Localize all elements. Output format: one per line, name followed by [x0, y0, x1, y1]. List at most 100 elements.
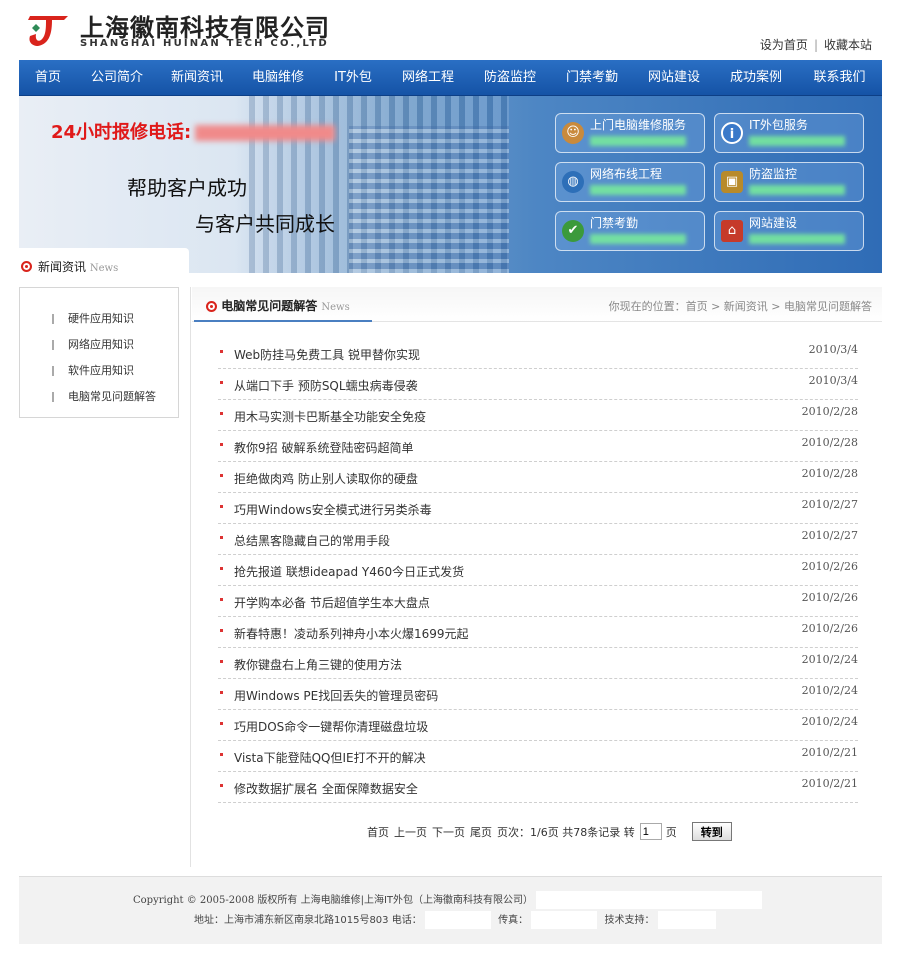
nav-item-access[interactable]: 门禁考勤	[551, 60, 633, 96]
target-bullet-icon	[206, 301, 217, 312]
sidebar-item-label: 软件应用知识	[68, 364, 134, 377]
set-home-link[interactable]: 设为首页	[760, 38, 808, 52]
article-date: 2010/3/4	[808, 343, 858, 356]
home-icon: ⌂	[721, 220, 743, 242]
list-item[interactable]: Vista下能登陆QQ但IE打不开的解决 2010/2/21	[218, 741, 858, 772]
pager-prev[interactable]: 上一页	[394, 824, 427, 840]
nav-item-news[interactable]: 新闻资讯	[157, 60, 237, 96]
sidebar-item-network[interactable]: 网络应用知识	[20, 332, 178, 358]
bullet-icon	[220, 536, 223, 539]
list-item[interactable]: 巧用DOS命令一键帮你清理磁盘垃圾 2010/2/24	[218, 710, 858, 741]
article-date: 2010/2/24	[801, 653, 858, 666]
list-item[interactable]: 从端口下手 预防SQL蠕虫病毒侵袭 2010/3/4	[218, 369, 858, 400]
nav-item-security[interactable]: 防盗监控	[469, 60, 551, 96]
nav-item-it-outsourcing[interactable]: IT外包	[319, 60, 387, 96]
article-title[interactable]: 拒绝做肉鸡 防止别人读取你的硬盘	[234, 470, 418, 487]
nav-item-pc-repair[interactable]: 电脑维修	[237, 60, 319, 96]
list-item[interactable]: 巧用Windows安全模式进行另类杀毒 2010/2/27	[218, 493, 858, 524]
list-item[interactable]: 用Windows PE找回丢失的管理员密码 2010/2/24	[218, 679, 858, 710]
service-subtitle-redacted	[749, 136, 845, 146]
footer-address: 地址：上海市浦东新区南泉北路1015号803 电话：	[194, 915, 422, 926]
list-item[interactable]: 修改数据扩展名 全面保障数据安全 2010/2/21	[218, 772, 858, 803]
article-title[interactable]: 用木马实测卡巴斯基全功能安全免疫	[234, 408, 426, 425]
article-title[interactable]: 抢先报道 联想ideapad Y460今日正式发货	[234, 563, 464, 580]
bullet-icon	[220, 443, 223, 446]
bullet-icon	[220, 350, 223, 353]
list-item[interactable]: 教你键盘右上角三键的使用方法 2010/2/24	[218, 648, 858, 679]
company-logo-icon[interactable]	[22, 10, 72, 50]
sidebar-item-software[interactable]: 软件应用知识	[20, 358, 178, 384]
pager-next[interactable]: 下一页	[432, 824, 465, 840]
nav-item-about[interactable]: 公司简介	[77, 60, 157, 96]
server-rack-graphic	[349, 126, 509, 273]
globe-icon: ◍	[562, 171, 584, 193]
sidebar-item-hardware[interactable]: 硬件应用知识	[20, 306, 178, 332]
redacted-block	[657, 911, 716, 929]
site-header: 上海徽南科技有限公司 SHANGHAI HUINAN TECH CO.,LTD …	[0, 0, 900, 60]
list-item[interactable]: 拒绝做肉鸡 防止别人读取你的硬盘 2010/2/28	[218, 462, 858, 493]
service-title: 上门电脑维修服务	[590, 118, 687, 132]
service-title: 门禁考勤	[590, 216, 639, 230]
technician-icon: ☺	[562, 122, 584, 144]
list-item[interactable]: 用木马实测卡巴斯基全功能安全免疫 2010/2/28	[218, 400, 858, 431]
pager-first[interactable]: 首页	[367, 824, 389, 840]
bullet-icon	[220, 412, 223, 415]
article-title[interactable]: 教你9招 破解系统登陆密码超简单	[234, 439, 413, 456]
article-title[interactable]: 开学购本必备 节后超值学生本大盘点	[234, 594, 430, 611]
pager-last[interactable]: 尾页	[470, 824, 492, 840]
service-subtitle-redacted	[590, 234, 686, 244]
article-title[interactable]: 新春特惠！凌动系列神舟小本火爆1699元起	[234, 625, 469, 642]
article-list: Web防挂马免费工具 锐甲替你实现 2010/3/4 从端口下手 预防SQL蠕虫病…	[218, 338, 858, 803]
service-button-network[interactable]: ◍ 网络布线工程	[555, 162, 705, 202]
hotline-number-redacted	[195, 125, 336, 141]
list-item[interactable]: 教你9招 破解系统登陆密码超简单 2010/2/28	[218, 431, 858, 462]
info-icon: i	[721, 122, 743, 144]
go-button[interactable]: 转到	[691, 822, 732, 841]
service-button-web[interactable]: ⌂ 网站建设	[714, 211, 864, 251]
list-item[interactable]: 新春特惠！凌动系列神舟小本火爆1699元起 2010/2/26	[218, 617, 858, 648]
service-button-it-outsourcing[interactable]: i IT外包服务	[714, 113, 864, 153]
pager-info: 页次：1/6页 共78条记录 转	[497, 825, 635, 839]
article-title[interactable]: 从端口下手 预防SQL蠕虫病毒侵袭	[234, 377, 418, 394]
article-title[interactable]: 教你键盘右上角三键的使用方法	[234, 656, 402, 673]
article-title[interactable]: Web防挂马免费工具 锐甲替你实现	[234, 346, 420, 363]
link-separator: |	[813, 38, 818, 52]
article-title[interactable]: 用Windows PE找回丢失的管理员密码	[234, 687, 438, 704]
article-title[interactable]: 修改数据扩展名 全面保障数据安全	[234, 780, 418, 797]
breadcrumb: 你现在的位置：首页 > 新闻资讯 > 电脑常见问题解答	[608, 300, 872, 313]
nav-item-network[interactable]: 网络工程	[387, 60, 469, 96]
footer-copyright: Copyright © 2005-2008 版权所有 上海电脑维修|上海IT外包…	[133, 891, 763, 909]
nav-item-cases[interactable]: 成功案例	[715, 60, 797, 96]
article-date: 2010/2/21	[801, 746, 858, 759]
list-item[interactable]: Web防挂马免费工具 锐甲替你实现 2010/3/4	[218, 338, 858, 369]
list-item[interactable]: 开学购本必备 节后超值学生本大盘点 2010/2/26	[218, 586, 858, 617]
bullet-icon	[220, 629, 223, 632]
sidebar-item-label: 硬件应用知识	[68, 312, 134, 325]
nav-item-web[interactable]: 网站建设	[633, 60, 715, 96]
redacted-block	[424, 911, 491, 929]
article-date: 2010/2/28	[801, 405, 858, 418]
section-title-en: News	[321, 302, 350, 313]
nav-item-contact[interactable]: 联系我们	[797, 60, 882, 96]
bullet-icon	[220, 660, 223, 663]
article-title[interactable]: 巧用DOS命令一键帮你清理磁盘垃圾	[234, 718, 428, 735]
service-button-pc-repair[interactable]: ☺ 上门电脑维修服务	[555, 113, 705, 153]
list-item[interactable]: 抢先报道 联想ideapad Y460今日正式发货 2010/2/26	[218, 555, 858, 586]
article-date: 2010/2/21	[801, 777, 858, 790]
article-title[interactable]: 总结黑客隐藏自己的常用手段	[234, 532, 390, 549]
nav-item-home[interactable]: 首页	[19, 60, 77, 96]
bullet-icon	[220, 753, 223, 756]
copyright-en: Copyright © 2005-2008	[133, 895, 255, 906]
article-title[interactable]: Vista下能登陆QQ但IE打不开的解决	[234, 749, 426, 766]
list-item[interactable]: 总结黑客隐藏自己的常用手段 2010/2/27	[218, 524, 858, 555]
column-divider	[190, 287, 191, 867]
article-title[interactable]: 巧用Windows安全模式进行另类杀毒	[234, 501, 432, 518]
slogan-line-2: 与客户共同成长	[195, 212, 335, 236]
service-button-security[interactable]: ▣ 防盗监控	[714, 162, 864, 202]
page-number-input[interactable]	[639, 823, 662, 840]
hotline-label: 24小时报修电话:	[51, 122, 192, 143]
sidebar-item-faq[interactable]: 电脑常见问题解答	[20, 384, 178, 410]
bookmark-link[interactable]: 收藏本站	[824, 38, 872, 52]
service-button-access[interactable]: ✔ 门禁考勤	[555, 211, 705, 251]
service-title: 防盗监控	[749, 167, 798, 181]
